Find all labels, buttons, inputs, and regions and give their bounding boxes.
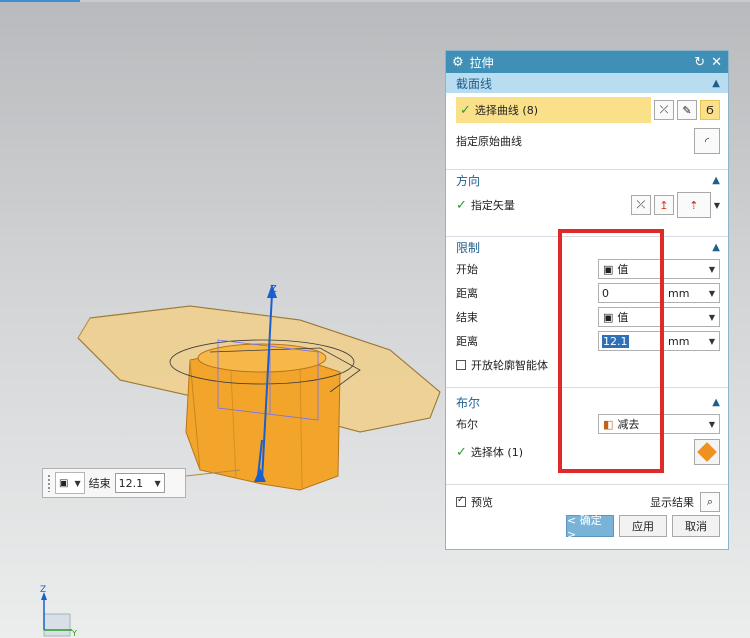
z-axis-label: Z (270, 284, 277, 295)
triad-y-label: Y (71, 629, 77, 638)
boolean-value: 减去 (617, 418, 640, 431)
specify-vector-label: 指定矢量 (470, 199, 515, 212)
boolean-group: 布尔 ▲ 布尔 ◧ 减去 ▼ ✓ 选择体 (1) (446, 392, 728, 485)
dialog-title: 拉伸 (469, 55, 494, 70)
sketch-section-icon[interactable]: ✎ (677, 100, 697, 120)
float-end-label: 结束 (88, 477, 111, 490)
floating-limit-input[interactable]: ▣ ▼ 结束 12.1 ▼ (42, 468, 186, 498)
curve-icon[interactable]: Ϭ (700, 100, 720, 120)
float-end-value-text: 12.1 (118, 476, 144, 490)
cancel-button[interactable]: 取消 (672, 515, 720, 537)
drag-grip[interactable] (47, 474, 51, 492)
view-triad: Z Y (40, 585, 77, 638)
open-profile-checkbox[interactable] (456, 360, 466, 370)
vector-constructor-icon[interactable]: ↥ (653, 195, 674, 215)
start-distance-input[interactable]: 0 (598, 283, 664, 303)
select-curve-label: 选择曲线 (8) (474, 104, 538, 117)
chevron-up-icon[interactable]: ▲ (712, 78, 720, 89)
start-distance-value: 0 (602, 286, 609, 300)
specify-origin-label: 指定原始曲线 (456, 135, 522, 148)
chevron-down-icon: ▼ (708, 264, 715, 274)
limit-type-dropdown[interactable]: ▣ ▼ (55, 472, 85, 494)
direction-title: 方向 (456, 173, 481, 188)
start-dropdown[interactable]: ▣ 值 ▼ (598, 259, 720, 279)
preview-label: 预览 (471, 496, 493, 509)
deselect-icon[interactable]: ⤫ (654, 100, 674, 120)
start-label: 开始 (456, 263, 478, 276)
open-profile-row[interactable]: 开放轮廓智能体 (446, 353, 728, 377)
select-body-label: 选择体 (1) (470, 446, 523, 459)
solid-body-icon[interactable] (694, 439, 720, 465)
chevron-down-icon: ▼ (154, 478, 161, 488)
end-distance-input[interactable]: 12.1 (598, 331, 664, 351)
checkmark-icon: ✓ (456, 197, 467, 213)
triad-z-label: Z (40, 585, 46, 595)
boolean-title: 布尔 (456, 395, 481, 410)
dialog-buttons: < 确定 > 应用 取消 (566, 514, 720, 541)
end-row: 结束 ▣ 值 ▼ (446, 305, 728, 329)
boolean-row: 布尔 ◧ 减去 ▼ (446, 412, 728, 436)
section-curve-group: 截面线 ▲ ✓ 选择曲线 (8) ⤫ ✎ Ϭ 指定原始曲线 ◜ (446, 73, 728, 170)
float-end-value[interactable]: 12.1 ▼ (114, 473, 165, 493)
vector-type-icon[interactable]: ⇡ (676, 192, 711, 218)
value-cube-icon: ▣ (603, 262, 614, 276)
section-curve-title: 截面线 (456, 76, 493, 91)
boolean-header[interactable]: 布尔 ▲ (446, 392, 728, 412)
chevron-down-icon: ▼ (74, 478, 81, 488)
extrude-dialog: ⚙ 拉伸 ↻ ✕ 截面线 ▲ ✓ 选择曲线 (8) ⤫ ✎ Ϭ 指定原始曲线 ◜… (445, 50, 729, 550)
start-distance-row: 距离 0 mm ▼ (446, 281, 728, 305)
specify-origin-row: 指定原始曲线 ◜ (446, 127, 728, 155)
start-unit: mm (668, 286, 690, 300)
preview-checkbox[interactable] (456, 495, 466, 507)
close-icon[interactable]: ✕ (711, 56, 722, 69)
start-value: 值 (617, 263, 629, 276)
chevron-down-icon: ▼ (708, 288, 715, 298)
dialog-titlebar[interactable]: ⚙ 拉伸 ↻ ✕ (446, 51, 728, 73)
chevron-up-icon[interactable]: ▲ (712, 175, 720, 186)
chevron-up-icon[interactable]: ▲ (712, 397, 720, 408)
direction-header[interactable]: 方向 ▲ (446, 170, 728, 190)
checkmark-icon: ✓ (456, 444, 467, 460)
open-profile-label: 开放轮廓智能体 (471, 359, 548, 372)
chevron-down-icon: ▼ (708, 312, 715, 322)
reset-icon[interactable]: ↻ (694, 56, 705, 69)
start-row: 开始 ▣ 值 ▼ (446, 257, 728, 281)
end-distance-row: 距离 12.1 mm ▼ (446, 329, 728, 353)
end-label: 结束 (456, 311, 478, 324)
reverse-direction-icon[interactable]: ⤫ (630, 195, 651, 215)
chevron-down-icon[interactable]: ▼ (714, 201, 720, 210)
value-cube-icon: ▣ (603, 310, 614, 324)
subtract-icon: ◧ (603, 417, 614, 431)
magnifier-icon[interactable]: ⌕ (700, 492, 720, 512)
apply-button[interactable]: 应用 (619, 515, 667, 537)
show-result-label: 显示结果 (650, 496, 694, 509)
end-unit-dropdown[interactable]: mm ▼ (664, 331, 720, 351)
select-body-row[interactable]: ✓ 选择体 (1) (446, 436, 728, 468)
limits-group: 限制 ▲ 开始 ▣ 值 ▼ 距离 0 mm ▼ 结束 ▣ 值 ▼ 距离 12.1… (446, 237, 728, 388)
limits-header[interactable]: 限制 ▲ (446, 237, 728, 257)
limits-title: 限制 (456, 240, 481, 255)
boolean-dropdown[interactable]: ◧ 减去 ▼ (598, 414, 720, 434)
boolean-label: 布尔 (456, 418, 478, 431)
ok-button[interactable]: < 确定 > (566, 514, 614, 541)
end-value: 值 (617, 311, 629, 324)
start-distance-label: 距离 (456, 287, 478, 300)
section-curve-header[interactable]: 截面线 ▲ (446, 73, 728, 93)
chevron-up-icon[interactable]: ▲ (712, 242, 720, 253)
select-curve-row[interactable]: ✓ 选择曲线 (8) (456, 97, 651, 123)
end-unit: mm (668, 334, 690, 348)
gear-icon[interactable]: ⚙ (452, 56, 464, 69)
start-unit-dropdown[interactable]: mm ▼ (664, 283, 720, 303)
chevron-down-icon: ▼ (708, 419, 715, 429)
direction-group: 方向 ▲ ✓ 指定矢量 ⤫ ↥ ⇡ ▼ (446, 170, 728, 237)
value-cube-icon: ▣ (59, 477, 69, 489)
origin-curve-icon[interactable]: ◜ (694, 128, 720, 154)
specify-vector-row[interactable]: ✓ 指定矢量 ⤫ ↥ ⇡ ▼ (446, 190, 728, 220)
chevron-down-icon: ▼ (708, 336, 715, 346)
end-distance-value: 12.1 (602, 334, 629, 348)
end-distance-label: 距离 (456, 335, 478, 348)
checkmark-icon: ✓ (460, 102, 471, 118)
end-dropdown[interactable]: ▣ 值 ▼ (598, 307, 720, 327)
